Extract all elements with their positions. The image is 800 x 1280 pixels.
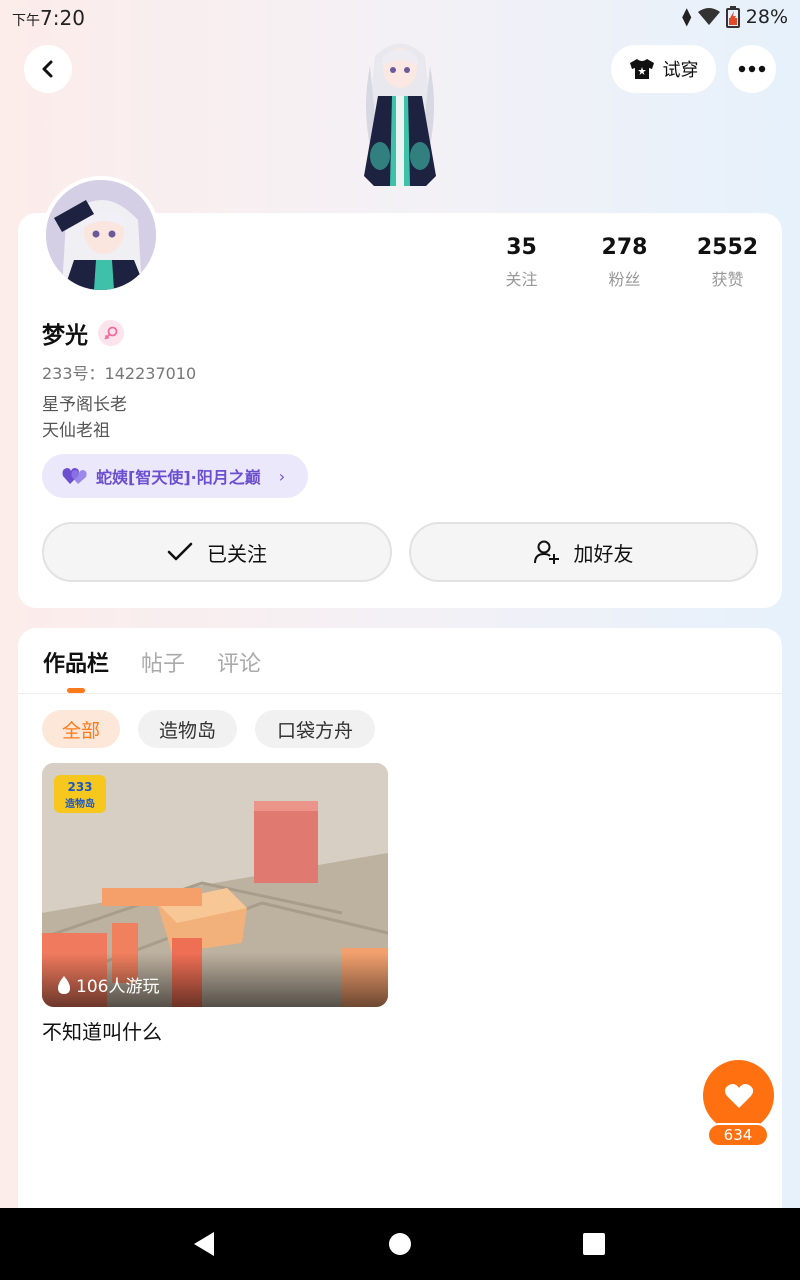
stat-number: 278 <box>601 235 648 260</box>
shirt-icon <box>629 59 654 79</box>
avatar[interactable] <box>42 176 160 294</box>
back-button[interactable] <box>24 45 72 93</box>
battery-icon <box>725 6 740 28</box>
add-friend-label: 加好友 <box>573 541 634 566</box>
filter-pocket-ark[interactable]: 口袋方舟 <box>255 710 375 748</box>
like-button[interactable] <box>703 1060 774 1131</box>
tab-comments[interactable]: 评论 <box>217 646 261 678</box>
filter-all[interactable]: 全部 <box>42 710 120 748</box>
username-row: 梦光 <box>42 316 124 350</box>
stat-number: 35 <box>506 235 537 260</box>
chevron-left-icon <box>42 60 53 78</box>
avatar-character-figure <box>364 43 436 214</box>
wifi-icon <box>697 8 720 25</box>
stat-label: 获赞 <box>711 270 744 289</box>
more-button[interactable] <box>728 45 776 93</box>
system-navigation-bar <box>0 1208 800 1280</box>
try-on-label: 试穿 <box>662 60 699 81</box>
game-thumbnail: 233 造物岛 <box>42 763 388 1007</box>
stat-label: 粉丝 <box>608 270 641 289</box>
tab-divider <box>18 693 782 694</box>
square-recents-icon <box>583 1233 605 1255</box>
double-heart-icon <box>62 468 87 484</box>
stat-likes[interactable]: 2552 获赞 <box>676 235 779 290</box>
try-on-button[interactable]: 试穿 <box>611 45 716 93</box>
circle-home-icon <box>389 1233 411 1255</box>
title-badge[interactable]: 蛇姨[智天使]·阳月之巅 › <box>42 454 308 498</box>
stat-number: 2552 <box>696 235 759 260</box>
bio-line: 星予阁长老 <box>42 395 127 415</box>
battery-percent: 28% <box>745 6 788 28</box>
nav-recents-button[interactable] <box>580 1230 608 1258</box>
triangle-back-icon <box>194 1232 214 1256</box>
stat-following[interactable]: 35 关注 <box>470 235 573 290</box>
bio-line: 天仙老祖 <box>42 421 110 441</box>
svg-text:造物岛: 造物岛 <box>65 797 95 810</box>
play-count: 106人游玩 <box>56 972 159 997</box>
avatar-image <box>46 180 156 290</box>
add-friend-button[interactable]: 加好友 <box>409 522 758 582</box>
status-bar: 下午7:20 ▲ ▼ 28% <box>0 0 800 38</box>
stat-label: 关注 <box>505 270 538 289</box>
flame-icon <box>58 975 70 994</box>
check-icon <box>167 542 193 561</box>
more-dots-icon <box>738 65 766 73</box>
filter-creation-island[interactable]: 造物岛 <box>138 710 237 748</box>
user-id: 233号：142237010 <box>42 364 197 383</box>
tab-posts[interactable]: 帖子 <box>141 646 185 678</box>
stat-followers[interactable]: 278 粉丝 <box>573 235 676 290</box>
nav-home-button[interactable] <box>386 1230 414 1258</box>
svg-text:233: 233 <box>67 780 92 794</box>
game-platform-logo: 233 造物岛 <box>54 775 106 813</box>
status-icons: ▲ ▼ 28% <box>682 6 788 28</box>
username: 梦光 <box>42 323 88 349</box>
like-count: 634 <box>707 1123 769 1147</box>
profile-stats: 35 关注 278 粉丝 2552 获赞 <box>470 235 780 290</box>
heart-icon <box>724 1083 753 1108</box>
title-badge-label: 蛇姨[智天使]·阳月之巅 <box>96 468 261 487</box>
play-count-label: 106人游玩 <box>76 977 160 997</box>
tab-works[interactable]: 作品栏 <box>43 646 109 678</box>
data-arrows-icon: ▲ ▼ <box>682 5 692 28</box>
bio: 星予阁长老 天仙老祖 <box>42 392 127 444</box>
add-user-icon <box>533 540 559 564</box>
nav-back-button[interactable] <box>190 1230 218 1258</box>
game-title[interactable]: 不知道叫什么 <box>42 1016 162 1045</box>
game-card[interactable]: 233 造物岛 106人游玩 <box>42 763 388 1007</box>
chevron-right-icon: › <box>278 466 286 486</box>
following-button[interactable]: 已关注 <box>42 522 392 582</box>
following-label: 已关注 <box>207 541 267 566</box>
status-time: 下午7:20 <box>12 6 85 30</box>
female-icon <box>98 320 124 346</box>
